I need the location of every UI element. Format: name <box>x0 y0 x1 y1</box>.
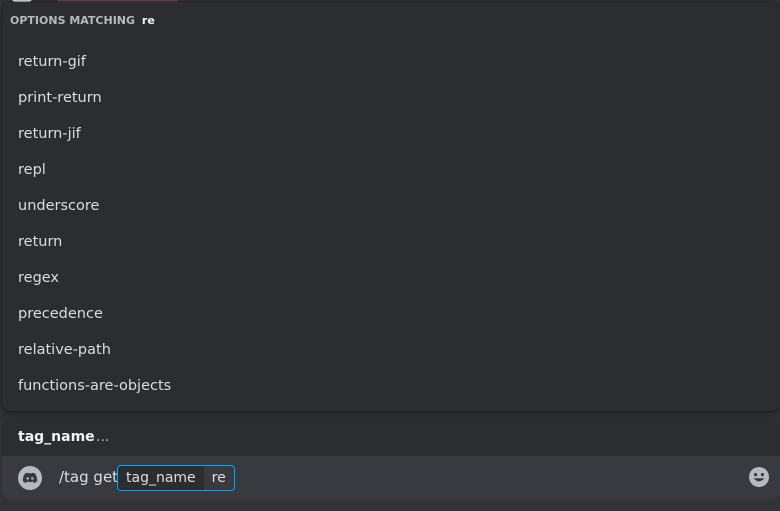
smiley-face-icon[interactable] <box>748 466 770 488</box>
command-option-pill[interactable]: tag_name re <box>117 465 235 491</box>
autocomplete-option[interactable]: underscore <box>8 188 774 224</box>
autocomplete-option[interactable]: regex <box>8 260 774 296</box>
autocomplete-option[interactable]: return-gif <box>8 44 774 80</box>
option-hint-name: tag_name <box>18 429 95 445</box>
message-input-bar[interactable]: /tag get tag_name re <box>2 456 780 499</box>
chat-view: OPTIONS MATCHING re return-gif print-ret… <box>0 0 780 511</box>
option-hint-description: ... <box>96 429 110 445</box>
autocomplete-query: re <box>141 14 155 27</box>
autocomplete-option[interactable]: repl <box>8 152 774 188</box>
autocomplete-option[interactable]: return-jif <box>8 116 774 152</box>
autocomplete-header-label: OPTIONS MATCHING <box>10 14 136 27</box>
command-option-value[interactable]: re <box>203 466 234 490</box>
option-hint-bar: tag_name ... <box>2 420 780 456</box>
discord-icon[interactable] <box>18 466 42 490</box>
autocomplete-option[interactable]: print-return <box>8 80 774 116</box>
autocomplete-option[interactable]: relative-path <box>8 332 774 368</box>
autocomplete-option[interactable]: functions-are-objects <box>8 368 774 404</box>
autocomplete-header: OPTIONS MATCHING re <box>10 14 155 27</box>
autocomplete-options-list: return-gif print-return return-jif repl … <box>8 44 774 404</box>
autocomplete-option[interactable]: return <box>8 224 774 260</box>
autocomplete-popup: OPTIONS MATCHING re return-gif print-ret… <box>2 2 780 411</box>
slash-command: /tag get <box>59 468 119 486</box>
autocomplete-option[interactable]: precedence <box>8 296 774 332</box>
command-option-name: tag_name <box>118 466 204 490</box>
